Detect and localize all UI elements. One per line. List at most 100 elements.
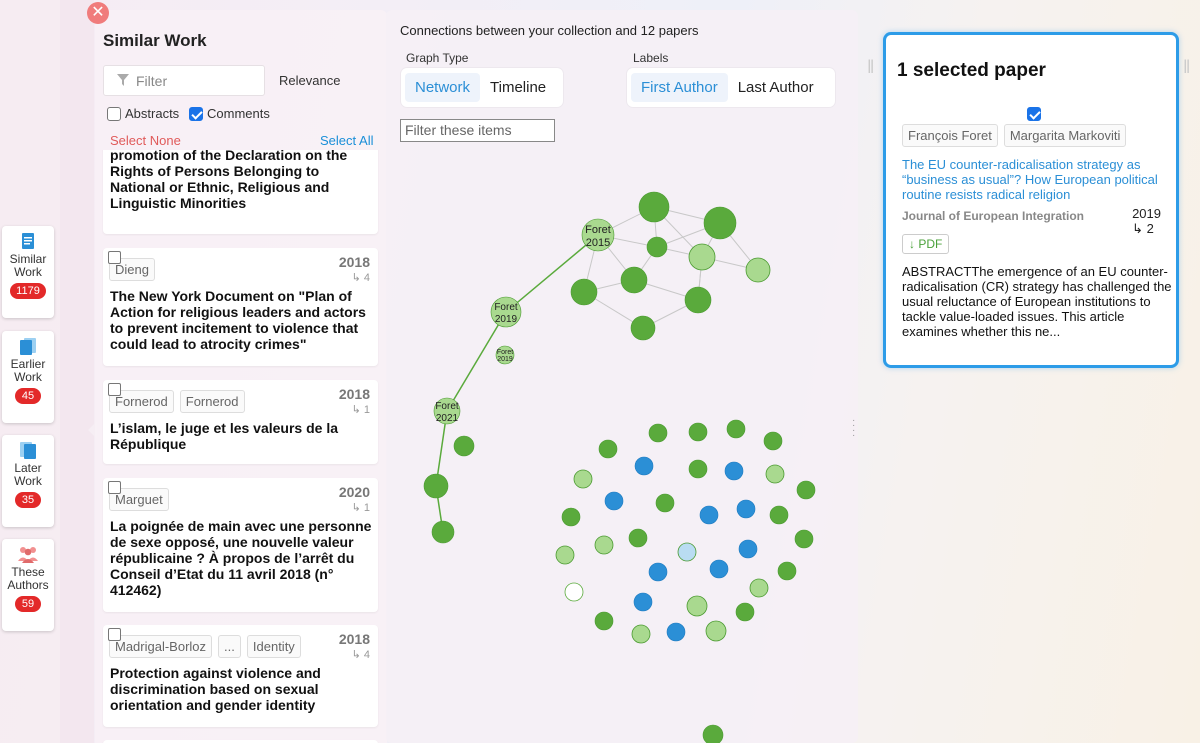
graph-node[interactable]	[648, 423, 668, 443]
graph-node[interactable]	[594, 535, 614, 555]
graph-node[interactable]	[796, 480, 816, 500]
author-chip[interactable]: Margarita Markoviti	[1003, 124, 1127, 147]
paper-title[interactable]: La poignée de main avec une personne de …	[110, 518, 372, 598]
graph-node[interactable]	[735, 602, 755, 622]
last-author-option[interactable]: Last Author	[728, 73, 824, 102]
splitter-handle[interactable]: ‖	[867, 57, 874, 78]
paper-title-link[interactable]: The EU counter-radicalisation strategy a…	[902, 157, 1172, 202]
graph-node[interactable]	[631, 624, 651, 644]
graph-node[interactable]	[765, 464, 785, 484]
item-checkbox[interactable]	[108, 481, 121, 494]
list-item[interactable]: Marguet 2020 ↳ 1 La poignée de main avec…	[103, 478, 378, 612]
graph-node[interactable]	[561, 507, 581, 527]
graph-filter-input[interactable]: Filter these items	[400, 119, 555, 142]
paper-year: 2018	[338, 254, 370, 270]
paper-year: 2018	[338, 631, 370, 647]
list-item[interactable]: Dieng 2018 ↳ 4 The New York Document on …	[103, 248, 378, 366]
node-label: 2019	[497, 356, 513, 363]
graph-node[interactable]	[630, 315, 656, 341]
graph-node[interactable]	[703, 206, 737, 240]
graph-node[interactable]	[763, 431, 783, 451]
graph-node[interactable]	[666, 622, 686, 642]
comments-checkbox[interactable]	[189, 106, 203, 121]
author-chip[interactable]: François Foret	[902, 124, 998, 147]
graph-node[interactable]	[738, 539, 758, 559]
graph-node[interactable]	[726, 419, 746, 439]
abstracts-checkbox[interactable]	[107, 106, 121, 121]
paper-checkbox[interactable]	[1027, 107, 1041, 121]
timeline-option[interactable]: Timeline	[480, 73, 556, 102]
author-chip[interactable]: Fornerod	[179, 390, 245, 413]
graph-node[interactable]	[724, 461, 744, 481]
first-author-option[interactable]: First Author	[631, 73, 728, 102]
splitter-handle[interactable]: ‖	[1183, 57, 1190, 78]
comments-toggle[interactable]: Comments	[189, 106, 270, 121]
item-checkbox[interactable]	[108, 251, 121, 264]
graph-node[interactable]	[646, 236, 668, 258]
graph-node[interactable]	[655, 493, 675, 513]
sort-select[interactable]: Relevance	[279, 73, 340, 88]
graph-node[interactable]	[769, 505, 789, 525]
pdf-button[interactable]: ↓ PDF	[902, 234, 950, 254]
tab-similar-work[interactable]: Similar Work 1179	[2, 226, 54, 318]
graph-node[interactable]	[453, 435, 475, 457]
graph-node[interactable]	[573, 469, 593, 489]
author-chip[interactable]: Identity	[246, 635, 301, 658]
paper-title[interactable]: The New York Document on "Plan of Action…	[110, 288, 372, 352]
close-icon[interactable]: ✕	[87, 2, 109, 24]
network-graph[interactable]: Foret2015Foret2019Foret2019Foret2021	[386, 150, 852, 743]
author-chip[interactable]: ...	[218, 635, 241, 658]
graph-node[interactable]	[604, 491, 624, 511]
select-all-link[interactable]: Select All	[320, 133, 373, 148]
abstracts-toggle[interactable]: Abstracts	[107, 106, 179, 121]
graph-node[interactable]	[628, 528, 648, 548]
graph-node[interactable]	[620, 266, 648, 294]
graph-node[interactable]	[749, 578, 769, 598]
item-checkbox[interactable]	[108, 628, 121, 641]
node-label: 2021	[436, 413, 459, 424]
graph-node[interactable]	[688, 243, 716, 271]
tab-later-work[interactable]: Later Work 35	[2, 435, 54, 527]
graph-node[interactable]	[638, 191, 670, 223]
graph-node[interactable]	[598, 439, 618, 459]
graph-node[interactable]	[564, 582, 584, 602]
select-none-link[interactable]: Select None	[110, 133, 181, 148]
network-option[interactable]: Network	[405, 73, 481, 102]
filter-input[interactable]: Filter	[103, 65, 265, 96]
tab-earlier-work[interactable]: Earlier Work 45	[2, 331, 54, 423]
graph-node[interactable]	[794, 529, 814, 549]
graph-node[interactable]	[736, 499, 756, 519]
graph-node[interactable]	[648, 562, 668, 582]
graph-node[interactable]	[677, 542, 697, 562]
count-badge: 35	[15, 492, 41, 508]
graph-node[interactable]	[633, 592, 653, 612]
author-chip[interactable]: Madrigal-Borloz	[109, 635, 213, 658]
graph-node[interactable]	[745, 257, 771, 283]
paper-title[interactable]: Protection against violence and discrimi…	[110, 665, 372, 713]
paper-title[interactable]: L’islam, le juge et les valeurs de la Ré…	[110, 420, 372, 452]
list-item[interactable]: Madrigal-Borloz ... Identity 2018 ↳ 4 Pr…	[103, 625, 378, 727]
list-item[interactable]: Fornerod Fornerod 2018 ↳ 1 L’islam, le j…	[103, 380, 378, 464]
graph-node[interactable]	[570, 278, 598, 306]
graph-node[interactable]	[699, 505, 719, 525]
graph-node[interactable]	[555, 545, 575, 565]
graph-node[interactable]	[686, 595, 708, 617]
paper-title[interactable]: promotion of the Declaration on the Righ…	[110, 150, 372, 211]
graph-node[interactable]	[684, 286, 712, 314]
graph-node[interactable]	[594, 611, 614, 631]
graph-node[interactable]	[777, 561, 797, 581]
item-checkbox[interactable]	[108, 383, 121, 396]
list-item[interactable]: promotion of the Declaration on the Righ…	[103, 150, 378, 234]
graph-node[interactable]	[423, 473, 449, 499]
graph-node[interactable]	[431, 520, 455, 544]
graph-node[interactable]	[702, 724, 724, 743]
paper-list: promotion of the Declaration on the Righ…	[95, 150, 387, 743]
tab-these-authors[interactable]: These Authors 59	[2, 539, 54, 631]
graph-node[interactable]	[709, 559, 729, 579]
graph-node[interactable]	[634, 456, 654, 476]
graph-node[interactable]	[688, 459, 708, 479]
graph-node[interactable]	[688, 422, 708, 442]
year-cites: 2019 ↳ 2	[1132, 206, 1161, 236]
resize-handle[interactable]: · · · ·	[852, 416, 855, 441]
graph-node[interactable]	[705, 620, 727, 642]
